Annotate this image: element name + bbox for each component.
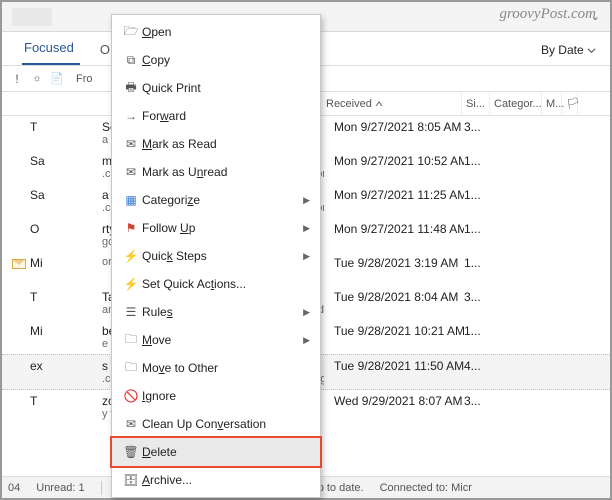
menu-rules[interactable]: ☰Rules▶ bbox=[112, 298, 320, 326]
received-date: Tue 9/28/2021 3:19 AM bbox=[334, 256, 464, 270]
menu-quick-print[interactable]: 🖶Quick Print bbox=[112, 74, 320, 102]
received-date: Mon 9/27/2021 8:05 AM bbox=[334, 120, 464, 134]
received-date: Wed 9/29/2021 8:07 AM bbox=[334, 394, 464, 408]
size: 3... bbox=[464, 394, 492, 408]
menu-move[interactable]: 🗀Move▶ bbox=[112, 326, 320, 354]
sender: Sa bbox=[30, 154, 102, 168]
received-date: Mon 9/27/2021 11:48 AM bbox=[334, 222, 464, 236]
menu-forward[interactable]: →Forward bbox=[112, 102, 320, 130]
mention-column-header[interactable]: M... bbox=[542, 92, 562, 115]
menu-follow-up[interactable]: ⚑Follow Up▶ bbox=[112, 214, 320, 242]
quick-steps-icon: ⚡ bbox=[120, 249, 142, 263]
chevron-down-icon bbox=[587, 46, 596, 55]
menu-archive[interactable]: 🗄Archive... bbox=[112, 466, 320, 494]
menu-copy[interactable]: ⧉Copy bbox=[112, 46, 320, 74]
from-column-header[interactable]: Fro bbox=[76, 73, 93, 85]
menu-set-quick-actions[interactable]: ⚡Set Quick Actions... bbox=[112, 270, 320, 298]
size: 3... bbox=[464, 290, 492, 304]
submenu-arrow-icon: ▶ bbox=[303, 223, 310, 234]
received-date: Mon 9/27/2021 11:25 AM bbox=[334, 188, 464, 202]
menu-categorize[interactable]: ▦Categorize▶ bbox=[112, 186, 320, 214]
received-date: Tue 9/28/2021 8:04 AM bbox=[334, 290, 464, 304]
menu-delete[interactable]: 🗑Delete bbox=[112, 438, 320, 466]
flag-column-header[interactable]: 🏳 bbox=[562, 92, 578, 115]
size-column-header[interactable]: Si... bbox=[462, 92, 490, 115]
submenu-arrow-icon: ▶ bbox=[303, 251, 310, 262]
sender: Sa bbox=[30, 188, 102, 202]
rules-icon: ☰ bbox=[120, 305, 142, 319]
menu-mark-read[interactable]: ✉Mark as Read bbox=[112, 130, 320, 158]
menu-ignore[interactable]: 🚫Ignore bbox=[112, 382, 320, 410]
ignore-icon: 🚫 bbox=[120, 389, 142, 403]
menu-clean-up[interactable]: ✉Clean Up Conversation bbox=[112, 410, 320, 438]
received-column-header[interactable]: Received bbox=[322, 92, 462, 115]
sender: T bbox=[30, 290, 102, 304]
archive-icon: 🗄 bbox=[120, 473, 142, 487]
size: 1... bbox=[464, 222, 492, 236]
received-date: Tue 9/28/2021 11:50 AM bbox=[334, 359, 464, 373]
print-icon: 🖶 bbox=[120, 78, 142, 99]
unread-envelope-icon bbox=[12, 259, 26, 269]
forward-icon: → bbox=[120, 109, 142, 123]
received-date: Tue 9/28/2021 10:21 AM bbox=[334, 324, 464, 338]
submenu-arrow-icon: ▶ bbox=[303, 307, 310, 318]
clean-up-icon: ✉ bbox=[120, 417, 142, 431]
categorize-icon: ▦ bbox=[120, 193, 142, 207]
size: 4... bbox=[464, 359, 492, 373]
menu-move-to-other[interactable]: 🗀Move to Other bbox=[112, 354, 320, 382]
status-separator bbox=[101, 481, 102, 495]
context-menu: 🗁OOpenpen ⧉Copy 🖶Quick Print →Forward ✉M… bbox=[111, 14, 321, 498]
sender: Mi bbox=[30, 324, 102, 338]
submenu-arrow-icon: ▶ bbox=[303, 335, 310, 346]
quick-actions-icon: ⚡ bbox=[120, 277, 142, 291]
sender: T bbox=[30, 120, 102, 134]
received-date: Mon 9/27/2021 10:52 AM bbox=[334, 154, 464, 168]
open-folder-icon: 🗁 bbox=[120, 22, 142, 43]
sender: ex bbox=[30, 359, 102, 373]
move-other-icon: 🗀 bbox=[120, 358, 142, 379]
copy-icon: ⧉ bbox=[120, 53, 142, 68]
sort-label: By Date bbox=[541, 43, 584, 57]
menu-quick-steps[interactable]: ⚡Quick Steps▶ bbox=[112, 242, 320, 270]
sort-asc-icon bbox=[375, 100, 383, 108]
menu-mark-unread[interactable]: ✉Mark as Unread bbox=[112, 158, 320, 186]
size: 3... bbox=[464, 120, 492, 134]
tab-focused[interactable]: Focused bbox=[22, 32, 80, 65]
move-folder-icon: 🗀 bbox=[120, 330, 142, 351]
ribbon-overflow[interactable]: ⌄ bbox=[591, 10, 600, 23]
sender: T bbox=[30, 394, 102, 408]
envelope-read-icon: ✉ bbox=[120, 137, 142, 151]
size: 1... bbox=[464, 154, 492, 168]
size: 1... bbox=[464, 188, 492, 202]
status-unread: Unread: 1 bbox=[36, 482, 84, 494]
menu-open[interactable]: 🗁OOpenpen bbox=[112, 18, 320, 46]
envelope-unread-icon: ✉ bbox=[120, 165, 142, 179]
size: 1... bbox=[464, 256, 492, 270]
reminder-column-icon[interactable]: ☼ bbox=[28, 70, 46, 88]
submenu-arrow-icon: ▶ bbox=[303, 195, 310, 206]
attachment-column-icon[interactable]: 📄 bbox=[48, 70, 66, 88]
categories-column-header[interactable]: Categor... bbox=[490, 92, 542, 115]
status-connected: Connected to: Micr bbox=[380, 482, 472, 494]
sort-by-date[interactable]: By Date bbox=[541, 43, 610, 65]
size: 1... bbox=[464, 324, 492, 338]
ribbon-placeholder bbox=[12, 8, 52, 26]
sender: Mi bbox=[30, 256, 102, 270]
importance-column-icon[interactable]: ! bbox=[8, 70, 26, 88]
status-items: 04 bbox=[8, 482, 20, 494]
sender: O bbox=[30, 222, 102, 236]
delete-icon: 🗑 bbox=[120, 445, 142, 459]
flag-icon: ⚑ bbox=[120, 221, 142, 235]
